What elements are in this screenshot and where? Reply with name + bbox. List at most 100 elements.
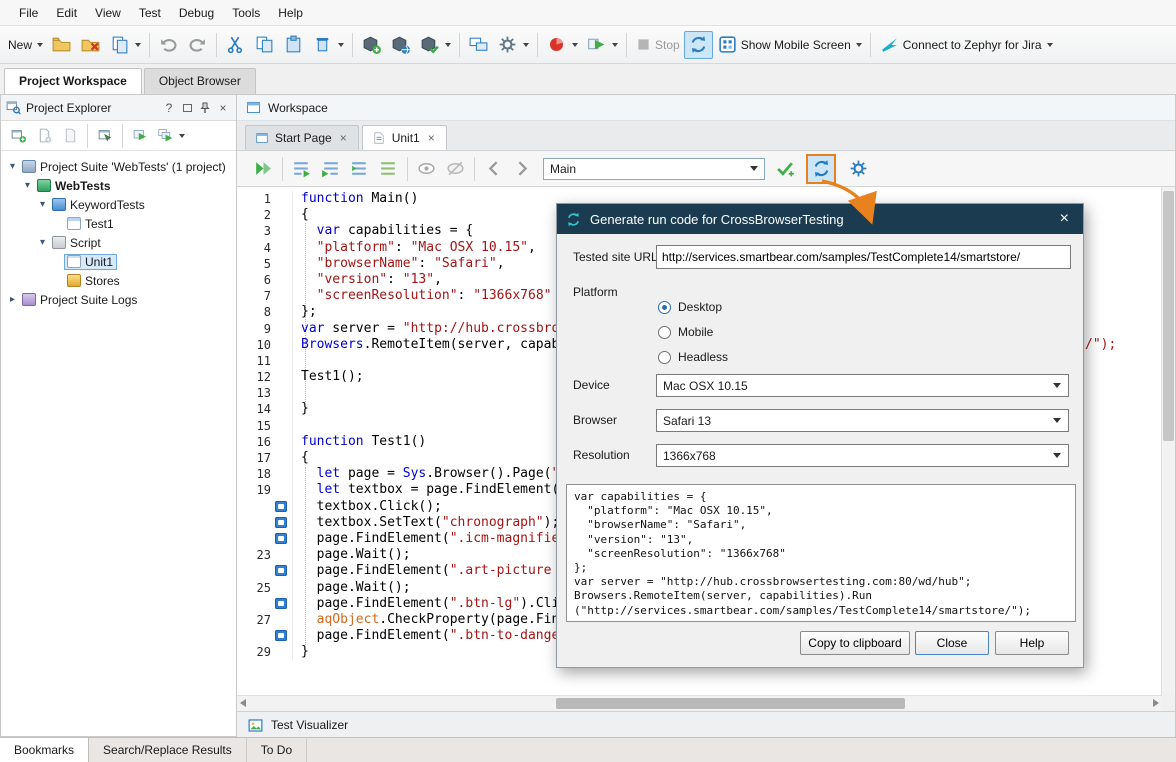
dropdown-caret-icon[interactable]	[445, 43, 451, 47]
visualizer-marker-icon[interactable]	[271, 628, 293, 644]
tab-unit1[interactable]: Unit1 ×	[362, 125, 447, 150]
copy-button[interactable]	[250, 31, 279, 59]
menu-help[interactable]: Help	[269, 2, 312, 24]
show-mobile-screen-button[interactable]: Show Mobile Screen	[713, 31, 866, 59]
tree-item-project-suite-webtests-1-project[interactable]: ▾Project Suite 'WebTests' (1 project)	[1, 157, 236, 176]
panel-pin-button[interactable]	[196, 99, 214, 117]
menu-edit[interactable]: Edit	[47, 2, 86, 24]
tab-object-browser[interactable]: Object Browser	[144, 68, 256, 94]
tab-close-icon[interactable]: ×	[426, 131, 437, 145]
help-button[interactable]: Help	[995, 631, 1069, 655]
close-button[interactable]: Close	[915, 631, 989, 655]
tree-item-script[interactable]: ▾Script	[1, 233, 236, 252]
panel-help-button[interactable]: ?	[160, 99, 178, 117]
radio-mobile[interactable]: Mobile	[658, 323, 713, 341]
dropdown-caret-icon[interactable]	[1047, 43, 1053, 47]
panel-close-button[interactable]: ×	[214, 99, 232, 117]
vertical-scrollbar[interactable]	[1161, 187, 1175, 695]
tab-project-workspace[interactable]: Project Workspace	[4, 68, 142, 94]
navigate-back-button[interactable]	[479, 155, 508, 183]
cut-button[interactable]	[221, 31, 250, 59]
tree-item-unit1[interactable]: Unit1	[1, 252, 236, 271]
browser-dropdown[interactable]: Safari 13	[656, 409, 1069, 432]
tree-expand-icon[interactable]: ▾	[36, 199, 49, 210]
add-existing-item-button[interactable]	[31, 122, 57, 150]
tree-item-keywordtests[interactable]: ▾KeywordTests	[1, 195, 236, 214]
run-test-button[interactable]	[582, 31, 622, 59]
visualizer-show-button[interactable]	[412, 155, 441, 183]
run-lines-button-a[interactable]	[287, 155, 316, 183]
open-button[interactable]	[47, 31, 76, 59]
save-button[interactable]	[105, 31, 145, 59]
panel-float-button[interactable]	[178, 99, 196, 117]
chevron-down-icon[interactable]	[750, 166, 758, 171]
tree-expand-icon[interactable]: ▾	[36, 237, 49, 248]
menu-tools[interactable]: Tools	[223, 2, 269, 24]
bottom-tab-search-replace-results[interactable]: Search/Replace Results	[89, 738, 247, 762]
view-item-button[interactable]	[57, 122, 83, 150]
add-item-button[interactable]	[357, 31, 386, 59]
chevron-down-icon[interactable]	[1053, 383, 1061, 388]
visualizer-marker-icon[interactable]	[271, 563, 293, 579]
tested-site-url-input[interactable]	[656, 245, 1071, 269]
vertical-scrollbar-thumb[interactable]	[1163, 191, 1174, 441]
visualizer-hide-button[interactable]	[441, 155, 470, 183]
chevron-down-icon[interactable]	[1053, 418, 1061, 423]
editor-settings-button[interactable]	[844, 155, 873, 183]
tree-item-project-suite-logs[interactable]: ▸Project Suite Logs	[1, 290, 236, 309]
paste-button[interactable]	[279, 31, 308, 59]
horizontal-scrollbar[interactable]	[237, 695, 1162, 711]
generate-run-code-button[interactable]	[806, 154, 836, 184]
visualizer-marker-icon[interactable]	[271, 596, 293, 612]
scroll-left-icon[interactable]	[240, 699, 246, 707]
dropdown-caret-icon[interactable]	[523, 43, 529, 47]
dialog-close-button[interactable]: ×	[1054, 210, 1075, 228]
add-new-item-button[interactable]	[5, 122, 31, 150]
dropdown-caret-icon[interactable]	[135, 43, 141, 47]
run-routine-button[interactable]	[249, 155, 278, 183]
navigate-forward-button[interactable]	[508, 155, 537, 183]
scroll-right-icon[interactable]	[1153, 699, 1159, 707]
menu-view[interactable]: View	[86, 2, 130, 24]
resolution-dropdown[interactable]: 1366x768	[656, 444, 1069, 467]
options-button[interactable]	[493, 31, 533, 59]
run-project-suite-button[interactable]	[153, 122, 189, 150]
dropdown-caret-icon[interactable]	[572, 43, 578, 47]
copy-to-clipboard-button[interactable]: Copy to clipboard	[800, 631, 910, 655]
web-item-button[interactable]	[386, 31, 415, 59]
tree-expand-icon[interactable]: ▾	[6, 161, 19, 172]
dropdown-caret-icon[interactable]	[179, 134, 185, 138]
visualizer-marker-icon[interactable]	[271, 499, 293, 515]
dropdown-caret-icon[interactable]	[856, 43, 862, 47]
stop-button[interactable]: Stop	[631, 31, 684, 59]
run-lines-button-c[interactable]	[345, 155, 374, 183]
close-file-button[interactable]	[76, 31, 105, 59]
bottom-tab-to-do[interactable]: To Do	[247, 738, 307, 762]
menu-test[interactable]: Test	[130, 2, 170, 24]
chevron-down-icon[interactable]	[1053, 453, 1061, 458]
tree-expand-icon[interactable]: ▾	[21, 180, 34, 191]
horizontal-scrollbar-thumb[interactable]	[556, 698, 905, 709]
tab-close-icon[interactable]: ×	[338, 131, 349, 145]
run-project-button[interactable]	[127, 122, 153, 150]
run-lines-button-b[interactable]	[316, 155, 345, 183]
tree-item-test1[interactable]: Test1	[1, 214, 236, 233]
redo-button[interactable]	[183, 31, 212, 59]
delete-button[interactable]	[308, 31, 348, 59]
check-item-button[interactable]	[415, 31, 455, 59]
screens-button[interactable]	[464, 31, 493, 59]
device-dropdown[interactable]: Mac OSX 10.15	[656, 374, 1069, 397]
syntax-check-button[interactable]	[771, 155, 800, 183]
edit-code-button[interactable]	[92, 122, 118, 150]
visualizer-marker-icon[interactable]	[271, 531, 293, 547]
radio-unselected-icon[interactable]	[658, 326, 671, 339]
bottom-tab-bookmarks[interactable]: Bookmarks	[0, 738, 89, 762]
radio-headless[interactable]: Headless	[658, 348, 728, 366]
dropdown-caret-icon[interactable]	[612, 43, 618, 47]
dialog-titlebar[interactable]: Generate run code for CrossBrowserTestin…	[557, 204, 1083, 234]
new-button[interactable]: New	[4, 31, 47, 59]
zephyr-connect-button[interactable]: Connect to Zephyr for Jira	[875, 31, 1057, 59]
radio-desktop[interactable]: Desktop	[658, 298, 722, 316]
test-visualizer-bar[interactable]: Test Visualizer	[237, 711, 1175, 738]
cbt-environment-toggle[interactable]	[684, 31, 713, 59]
